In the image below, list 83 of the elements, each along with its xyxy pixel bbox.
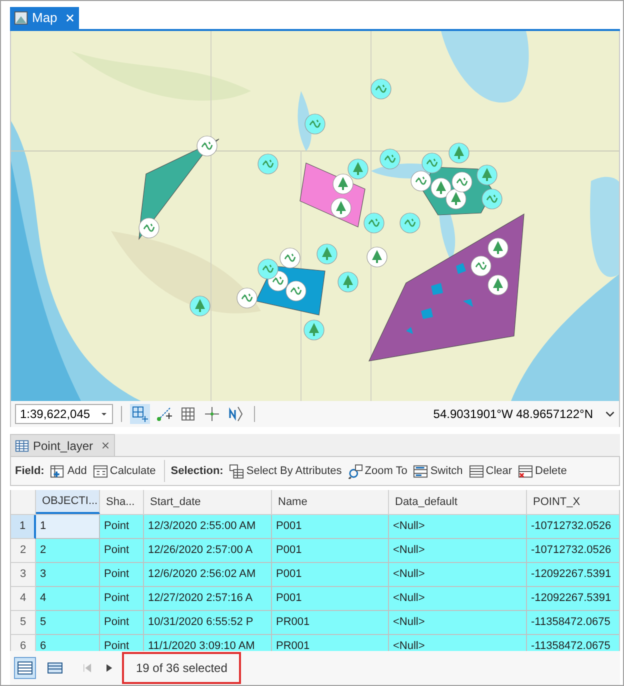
table-cell: Point: [100, 635, 144, 651]
table-cell: P001: [272, 587, 389, 611]
select-attributes-icon: [229, 464, 244, 478]
table-cell: 5: [36, 611, 100, 635]
map-icon: [14, 11, 28, 25]
table-cell: 3: [36, 563, 100, 587]
table-cell: PR001: [272, 635, 389, 651]
toolbar-button[interactable]: Add: [48, 462, 89, 480]
table-cell: -10712732.0526: [527, 515, 619, 539]
column-header[interactable]: Start_date: [144, 490, 272, 514]
column-header[interactable]: Data_default: [389, 490, 527, 514]
table-icon: [15, 438, 29, 452]
table-cell: -12092267.5391: [527, 563, 619, 587]
north-arrow-icon[interactable]: [228, 406, 244, 422]
row-number[interactable]: 3: [11, 563, 36, 587]
table-cell: <Null>: [389, 611, 527, 635]
table-cell: 12/26/2020 2:57:00 A: [144, 539, 272, 563]
toolbar-button[interactable]: Clear: [466, 462, 514, 480]
table-cell: -11358472.0675: [527, 635, 619, 651]
toolbar-label: Field:: [15, 464, 44, 479]
table-cell: Point: [100, 611, 144, 635]
column-header[interactable]: Sha...: [100, 490, 144, 514]
table-cell: <Null>: [389, 515, 527, 539]
table-cell: Point: [100, 587, 144, 611]
column-header[interactable]: OBJECTI...: [36, 490, 100, 514]
next-icon[interactable]: [104, 663, 114, 673]
table-cell: -10712732.0526: [527, 539, 619, 563]
row-number[interactable]: 2: [11, 539, 36, 563]
table-cell: 6: [36, 635, 100, 651]
crosshair-icon[interactable]: [204, 406, 220, 422]
table-cell: 1: [36, 515, 100, 539]
table-cell: 2: [36, 539, 100, 563]
toolbar-button[interactable]: Zoom To: [346, 462, 410, 480]
table-cell: -12092267.5391: [527, 587, 619, 611]
switch-icon: [413, 464, 428, 478]
table-cell: Point: [100, 515, 144, 539]
delete-rows-icon: [518, 464, 534, 478]
row-number[interactable]: 5: [11, 611, 36, 635]
toolbar-button[interactable]: Select By Attributes: [227, 462, 344, 480]
grid-add-icon[interactable]: [132, 406, 148, 422]
table-cell: 12/3/2020 2:55:00 AM: [144, 515, 272, 539]
table-cell: 12/27/2020 2:57:16 A: [144, 587, 272, 611]
table-cell: 4: [36, 587, 100, 611]
table-cell: P001: [272, 563, 389, 587]
table-cell: Point: [100, 539, 144, 563]
table-cell: 12/6/2020 2:56:02 AM: [144, 563, 272, 587]
table-cell: 10/31/2020 6:55:52 P: [144, 611, 272, 635]
column-header[interactable]: POINT_X: [527, 490, 619, 514]
list-icon: [468, 464, 484, 478]
close-icon[interactable]: [101, 441, 110, 450]
table-cell: P001: [272, 515, 389, 539]
snapping-icon[interactable]: [156, 406, 172, 422]
row-number[interactable]: 4: [11, 587, 36, 611]
caret-icon: [100, 410, 108, 418]
selection-count: 19 of 36 selected: [122, 652, 242, 684]
zoom-to-icon: [348, 464, 363, 478]
table-cell: <Null>: [389, 587, 527, 611]
table-cell: -11358472.0675: [527, 611, 619, 635]
all-records-icon: [17, 660, 33, 676]
add-field-icon: [50, 464, 66, 478]
table-cell: 11/1/2020 3:09:10 AM: [144, 635, 272, 651]
scale-dropdown[interactable]: 1:39,622,045: [15, 404, 113, 424]
coordinates-text: 54.9031901°W 48.9657122°N: [433, 406, 593, 423]
chevron-down-icon[interactable]: [605, 409, 615, 419]
table-cell: PR001: [272, 611, 389, 635]
map-tab[interactable]: Map: [10, 7, 80, 29]
table-cell: <Null>: [389, 539, 527, 563]
table-cell: <Null>: [389, 563, 527, 587]
toolbar-button[interactable]: Calculate: [90, 462, 158, 480]
row-number[interactable]: 6: [11, 635, 36, 651]
selected-records-icon: [47, 660, 63, 676]
calculator-icon: [92, 464, 108, 478]
table-tab[interactable]: Point_layer: [10, 434, 116, 456]
toolbar-label: Selection:: [170, 464, 224, 479]
toolbar-button[interactable]: Switch: [411, 462, 465, 480]
grid-icon[interactable]: [180, 406, 196, 422]
table-cell: <Null>: [389, 635, 527, 651]
table-cell: P001: [272, 539, 389, 563]
toolbar-button[interactable]: Delete: [516, 462, 569, 480]
table-cell: Point: [100, 563, 144, 587]
view-toggle-button[interactable]: [14, 657, 36, 679]
row-number[interactable]: 1: [11, 515, 36, 539]
column-header[interactable]: Name: [272, 490, 389, 514]
